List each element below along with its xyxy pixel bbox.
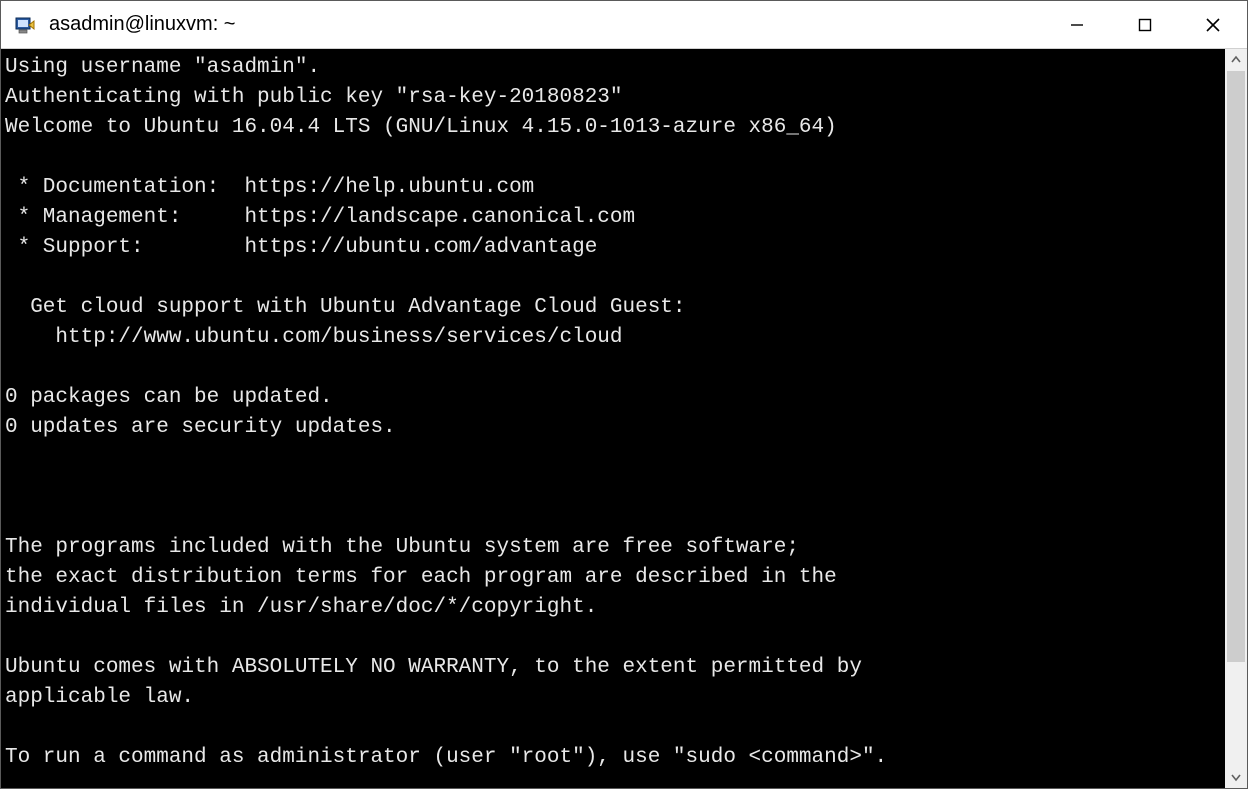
window-controls (1043, 1, 1247, 48)
scroll-track[interactable] (1225, 71, 1247, 766)
scroll-thumb[interactable] (1227, 71, 1245, 662)
vertical-scrollbar[interactable] (1225, 49, 1247, 788)
maximize-button[interactable] (1111, 1, 1179, 48)
window-title: asadmin@linuxvm: ~ (47, 13, 1043, 36)
scroll-up-arrow-icon[interactable] (1225, 49, 1247, 71)
putty-icon (11, 11, 39, 39)
scroll-down-arrow-icon[interactable] (1225, 766, 1247, 788)
terminal-output[interactable]: Using username "asadmin". Authenticating… (1, 49, 1225, 788)
close-button[interactable] (1179, 1, 1247, 48)
titlebar[interactable]: asadmin@linuxvm: ~ (1, 1, 1247, 49)
client-area: Using username "asadmin". Authenticating… (1, 49, 1247, 788)
putty-window: asadmin@linuxvm: ~ Using username "asadm… (0, 0, 1248, 789)
minimize-button[interactable] (1043, 1, 1111, 48)
